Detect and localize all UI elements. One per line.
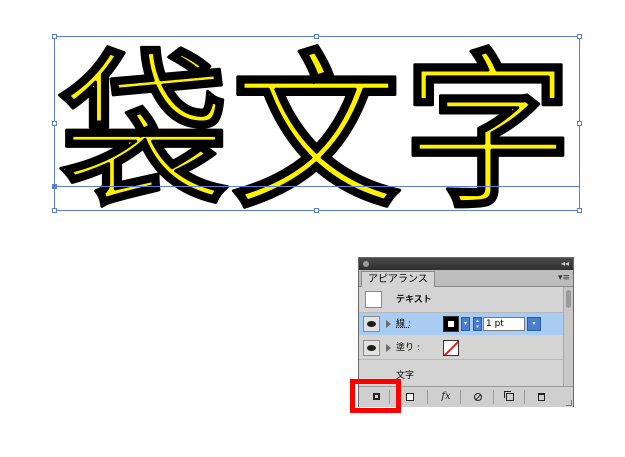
duplicate-icon [504,390,514,401]
object-row-text[interactable]: テキスト [359,287,563,313]
close-panel-icon[interactable] [363,261,369,267]
stroke-visibility-toggle[interactable] [363,316,380,332]
stroke-weight-stepper[interactable]: ▴ ▾ [473,317,482,331]
stroke-label[interactable]: 線 : [396,319,411,329]
delete-item-button[interactable] [530,390,552,404]
add-effect-button[interactable]: fx [435,390,457,404]
scrollbar-thumb[interactable] [566,290,571,308]
duplicate-item-button[interactable] [499,390,521,404]
stroke-attribute-row[interactable]: 線 : ▾ ▴▾ ▾ [359,313,563,335]
clear-icon [474,392,482,401]
text-art: 袋文字 [59,35,576,231]
fill-label[interactable]: 塗り : [396,343,420,353]
toolbar-divider [427,390,428,404]
panel-menu-icon[interactable]: ▾≡ [558,271,570,285]
clear-appearance-button[interactable] [467,390,489,404]
eye-icon [367,321,376,327]
text-baseline [54,186,580,187]
highlight-annotation [350,379,401,413]
toolbar-divider [493,390,494,404]
new-fill-icon [406,392,414,401]
stroke-weight-dropdown[interactable]: ▾ [527,317,541,331]
object-thumbnail [365,291,382,308]
stroke-weight-input[interactable] [483,317,525,331]
fx-icon: fx [441,391,451,402]
expand-triangle-icon[interactable] [386,320,391,328]
stroke-color-swatch[interactable] [443,316,459,332]
tab-appearance[interactable]: アピアランス [361,271,435,287]
eye-icon [367,345,376,351]
panel-tab-row: アピアランス ▾≡ [359,270,573,287]
fill-color-swatch-none[interactable] [443,340,459,356]
stroke-swatch-dropdown[interactable]: ▾ [461,317,470,331]
add-new-fill-button[interactable] [399,390,421,404]
toolbar-divider [524,390,525,404]
expand-triangle-icon[interactable] [386,344,391,352]
artboard[interactable]: 袋文字 [0,0,625,240]
panel-titlebar[interactable]: ◂◂ [359,258,573,270]
collapse-panel-icon[interactable]: ◂◂ [561,258,569,270]
resize-grip-icon[interactable] [566,400,572,406]
fill-attribute-row[interactable]: 塗り : [359,337,563,360]
object-type-label: テキスト [396,295,432,305]
trash-icon [537,392,545,401]
text-baseline-anchor [52,184,57,189]
panel-scrollbar[interactable] [563,287,573,386]
fill-visibility-toggle[interactable] [363,340,380,356]
toolbar-divider [460,390,461,404]
